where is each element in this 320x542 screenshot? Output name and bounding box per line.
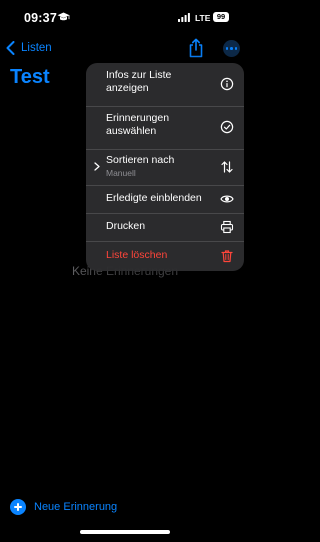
chevron-left-icon: [6, 41, 15, 55]
graduation-cap-icon: [57, 12, 70, 21]
sort-arrows-icon: [221, 161, 233, 173]
chevron-right-icon: [94, 162, 100, 171]
menu-item-select-reminders[interactable]: Erinnerungen auswählen: [86, 106, 244, 149]
plus-circle-icon: [10, 499, 26, 515]
info-icon: [220, 77, 234, 91]
more-options-button[interactable]: [223, 40, 240, 57]
checkmark-circle-icon: [220, 120, 234, 134]
menu-item-label: Erledigte einblenden: [106, 192, 202, 204]
back-button[interactable]: Listen: [6, 40, 52, 56]
menu-item-sort-by[interactable]: Sortieren nach Manuell: [86, 149, 244, 185]
status-bar: 09:37 LTE 99: [0, 0, 250, 36]
menu-item-label: Infos zur Liste anzeigen: [106, 69, 172, 94]
menu-item-sublabel: Manuell: [106, 168, 136, 178]
menu-item-label: Liste löschen: [106, 249, 168, 261]
menu-item-print[interactable]: Drucken: [86, 213, 244, 241]
menu-item-label: Sortieren nach: [106, 154, 175, 166]
printer-icon: [220, 220, 234, 234]
eye-icon: [220, 195, 234, 203]
menu-item-label: Drucken: [106, 220, 146, 232]
menu-item-delete-list[interactable]: Liste löschen: [86, 241, 244, 271]
new-reminder-label: Neue Erinnerung: [34, 501, 118, 513]
network-type: LTE: [195, 13, 211, 23]
share-icon[interactable]: [188, 38, 204, 58]
page-title: Test: [10, 66, 50, 88]
ellipsis-icon: [225, 47, 229, 50]
home-indicator[interactable]: [80, 530, 170, 534]
trash-icon: [221, 250, 233, 263]
menu-item-show-completed[interactable]: Erledigte einblenden: [86, 185, 244, 213]
menu-item-list-info[interactable]: Infos zur Liste anzeigen: [86, 63, 244, 106]
battery-icon: 99: [213, 12, 229, 22]
menu-item-label: Erinnerungen auswählen: [106, 112, 170, 137]
context-menu: Infos zur Liste anzeigen Erinnerungen au…: [86, 63, 244, 271]
status-time: 09:37: [24, 11, 57, 25]
new-reminder-button[interactable]: Neue Erinnerung: [10, 499, 117, 515]
cellular-signal-icon: [178, 13, 190, 22]
back-button-label: Listen: [21, 42, 52, 54]
